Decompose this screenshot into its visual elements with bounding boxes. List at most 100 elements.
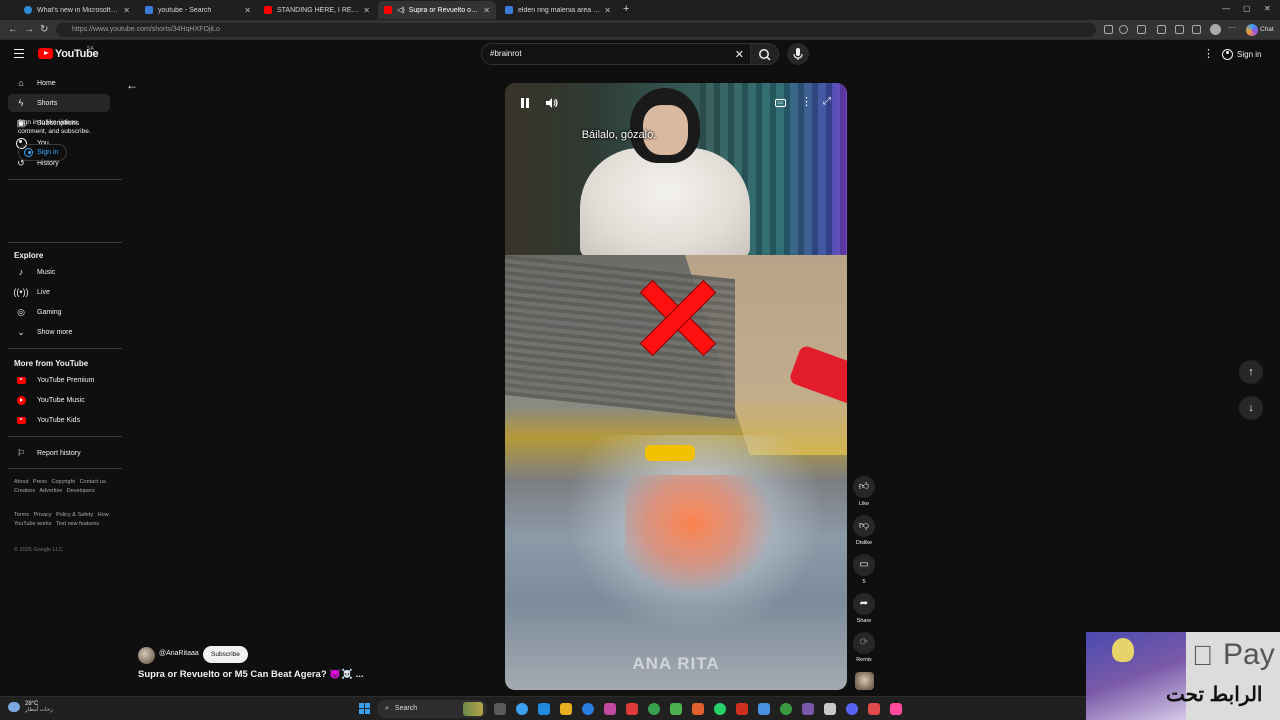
browser-tab[interactable]: What's new in Microsoft Edge ✕ (18, 1, 136, 19)
forward-icon[interactable]: → (24, 24, 34, 35)
brave-icon[interactable] (736, 703, 748, 715)
footer-link[interactable]: Privacy (34, 512, 52, 518)
footer-link[interactable]: About (14, 479, 28, 485)
task-view-icon[interactable] (494, 703, 506, 715)
sidebar-item-youtube-music[interactable]: YouTube Music (8, 391, 110, 409)
xbox-icon[interactable] (780, 703, 792, 715)
sound-thumbnail[interactable] (855, 672, 874, 690)
shorts-player[interactable]: Báilalo, gózalo. ANA RITA CC ⋮ ⤢ (505, 83, 847, 690)
close-tab-icon[interactable]: ✕ (604, 6, 611, 15)
search-button[interactable] (751, 43, 779, 65)
new-tab-button[interactable]: + (623, 3, 629, 15)
sidebar-item-music[interactable]: ♪ Music (8, 263, 110, 281)
app-icon[interactable] (626, 703, 638, 715)
terminal-icon[interactable] (824, 703, 836, 715)
browser-tab-active[interactable]: ◁) Supra or Revuelto or M5 Can... ✕ (378, 1, 496, 19)
sidebar-item-show-more[interactable]: ⌄ Show more (8, 323, 110, 341)
file-explorer-icon[interactable] (560, 703, 572, 715)
split-screen-icon[interactable] (1157, 25, 1166, 34)
share-button[interactable]: ➦ Share (852, 593, 876, 624)
clear-search-icon[interactable]: ✕ (735, 48, 744, 61)
close-tab-icon[interactable]: ✕ (123, 6, 130, 15)
refresh-icon[interactable]: ↻ (40, 24, 48, 35)
windows-taskbar: 28°C زخات أمطار ⌕ Search (0, 696, 1086, 720)
favorite-icon[interactable] (1119, 25, 1128, 34)
footer-link[interactable]: Creators (14, 488, 35, 494)
browser-tab[interactable]: youtube - Search ✕ (139, 1, 257, 19)
app-icon[interactable] (868, 703, 880, 715)
footer-link[interactable]: Press (33, 479, 47, 485)
discord-icon[interactable] (846, 703, 858, 715)
weather-widget[interactable]: 28°C زخات أمطار (8, 701, 53, 713)
copilot-icon[interactable] (516, 703, 528, 715)
footer-link[interactable]: Terms (14, 512, 29, 518)
channel-name[interactable]: @AnaRitaaa (159, 650, 199, 657)
copilot-icon[interactable] (1246, 24, 1258, 36)
app-icon[interactable] (890, 703, 902, 715)
minimize-icon[interactable]: — (1222, 4, 1230, 13)
steam-icon[interactable] (758, 703, 770, 715)
extensions-icon[interactable] (1137, 25, 1146, 34)
volume-icon[interactable] (545, 97, 559, 112)
sidebar-item-live[interactable]: ((•)) Live (8, 283, 110, 301)
search-input[interactable]: #brainrot ✕ (481, 43, 751, 65)
windows-start-icon[interactable] (359, 703, 370, 714)
sidebar-item-youtube-kids[interactable]: YouTube Kids (8, 411, 110, 429)
browser-tab[interactable]: elden ring malenia area - Search ✕ (499, 1, 617, 19)
footer-link[interactable]: Policy & Safety (56, 512, 93, 518)
captions-icon[interactable]: CC (775, 99, 786, 107)
profile-avatar[interactable] (1210, 24, 1221, 35)
previous-short-button[interactable]: ↑ (1239, 360, 1263, 384)
taskbar-search[interactable]: ⌕ Search (377, 700, 487, 718)
back-arrow-icon[interactable]: ← (126, 78, 138, 92)
sidebar-item-youtube-premium[interactable]: YouTube Premium (8, 371, 110, 389)
sidebar-sign-in-button[interactable]: Sign in (18, 144, 68, 161)
app-icon[interactable] (802, 703, 814, 715)
close-window-icon[interactable]: ✕ (1264, 4, 1271, 13)
youtube-logo-icon[interactable] (38, 48, 53, 59)
edge-icon[interactable] (538, 703, 550, 715)
more-options-icon[interactable]: ⋮ (1203, 47, 1214, 60)
remix-button[interactable]: ⟳ Remix (852, 632, 876, 663)
favorites-bar-icon[interactable] (1175, 25, 1184, 34)
collections-icon[interactable] (1192, 25, 1201, 34)
read-aloud-icon[interactable] (1104, 25, 1113, 34)
pause-icon[interactable] (519, 97, 531, 109)
dislike-button[interactable]: 👎︎ Dislike (852, 515, 876, 546)
outlook-icon[interactable] (604, 703, 616, 715)
channel-avatar[interactable] (138, 647, 155, 664)
menu-icon[interactable] (14, 49, 24, 58)
more-vertical-icon[interactable]: ⋮ (801, 95, 812, 108)
sidebar-item-gaming[interactable]: ◎ Gaming (8, 303, 110, 321)
voice-search-button[interactable] (787, 43, 809, 65)
close-tab-icon[interactable]: ✕ (483, 6, 490, 15)
footer-link[interactable]: Copyright (52, 479, 76, 485)
next-short-button[interactable]: ↓ (1239, 396, 1263, 420)
maximize-icon[interactable]: ▢ (1243, 4, 1251, 13)
like-button[interactable]: 👍︎ Like (852, 476, 876, 507)
close-tab-icon[interactable]: ✕ (363, 6, 370, 15)
chrome-icon[interactable] (692, 703, 704, 715)
footer-link[interactable]: Contact us (80, 479, 106, 485)
sidebar-item-shorts[interactable]: ϟ Shorts (8, 94, 110, 112)
footer-link[interactable]: Test new features (56, 521, 99, 527)
copilot-chat-label[interactable]: Chat (1260, 26, 1274, 33)
short-title[interactable]: Supra or Revuelto or M5 Can Beat Agera? … (138, 669, 364, 680)
sign-in-button[interactable]: Sign in (1222, 45, 1261, 63)
sidebar-item-home[interactable]: ⌂ Home (8, 74, 110, 92)
back-icon[interactable]: ← (8, 24, 18, 35)
footer-link[interactable]: Developers (67, 488, 95, 494)
store-icon[interactable] (582, 703, 594, 715)
settings-more-icon[interactable]: ··· (1228, 23, 1237, 32)
address-bar[interactable]: https://www.youtube.com/shorts/34HqHXFOj… (56, 23, 1096, 37)
comments-button[interactable]: ▭ 5 (852, 554, 876, 585)
subscribe-button[interactable]: Subscribe (203, 646, 248, 663)
close-tab-icon[interactable]: ✕ (244, 6, 251, 15)
opera-icon[interactable] (648, 703, 660, 715)
whatsapp-icon[interactable] (714, 703, 726, 715)
browser-tab[interactable]: STANDING HERE, I REALIZE but i... ✕ (258, 1, 376, 19)
fullscreen-icon[interactable]: ⤢ (823, 96, 831, 107)
sidebar-item-report-history[interactable]: ⚐ Report history (8, 444, 110, 462)
footer-link[interactable]: Advertise (39, 488, 62, 494)
minecraft-icon[interactable] (670, 703, 682, 715)
